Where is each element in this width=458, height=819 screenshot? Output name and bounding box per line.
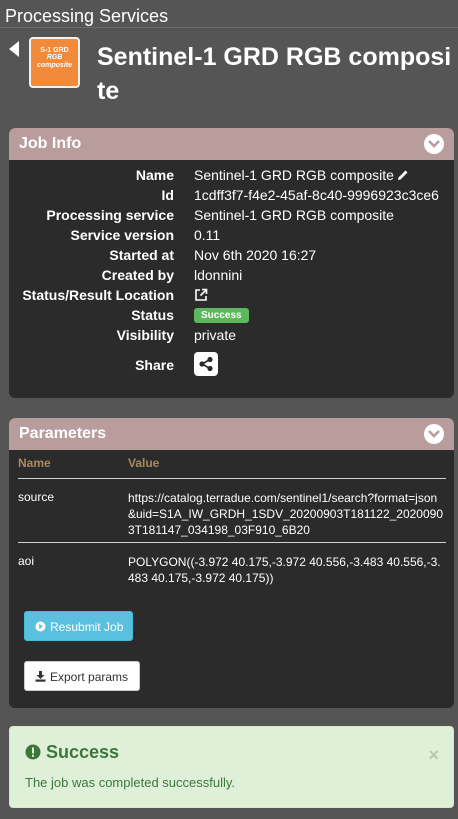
param-value: https://catalog.terradue.com/sentinel1/s… [128, 491, 444, 537]
table-divider [18, 478, 446, 479]
info-row-status: Status Success [9, 307, 454, 327]
info-row-name: Name Sentinel-1 GRD RGB composite [9, 167, 454, 187]
job-info-header[interactable]: Job Info [9, 128, 454, 160]
close-icon[interactable]: × [428, 745, 439, 766]
created-by-value: ldonnini [194, 267, 243, 283]
service-version-value: 0.11 [194, 227, 221, 243]
info-row-service-version: Service version 0.11 [70, 227, 221, 243]
visibility-value: private [194, 327, 237, 343]
info-row-id: Id 1cdff3f7-f4e2-45af-8c40-9996923c3ce6 [161, 187, 439, 203]
page-title: Sentinel-1 GRD RGB composite [97, 43, 452, 105]
column-header-name: Name [18, 456, 51, 470]
info-row-created-by: Created by ldonnini [101, 267, 243, 283]
job-name-value: Sentinel-1 GRD RGB composite [194, 167, 394, 183]
success-alert: Success The job was completed successful… [9, 726, 454, 808]
column-header-value: Value [128, 456, 160, 470]
parameters-panel: Parameters Name Value source https://cat… [9, 418, 454, 708]
param-value: POLYGON((-3.972 40.175,-3.972 40.556,-3.… [128, 555, 441, 585]
chevron-down-icon[interactable] [424, 134, 444, 154]
alert-title: Success [46, 742, 120, 762]
job-info-panel: Job Info Name Sentinel-1 GRD RGB composi… [9, 128, 454, 398]
info-row-started-at: Started at Nov 6th 2020 16:27 [109, 247, 317, 263]
param-name: aoi [18, 554, 35, 568]
back-arrow-icon[interactable] [9, 41, 19, 57]
external-link-icon[interactable] [194, 288, 208, 305]
table-divider [18, 542, 446, 543]
info-row-share: Share [9, 352, 454, 377]
info-row-processing-service: Processing service Sentinel-1 GRD RGB co… [46, 207, 394, 223]
share-icon[interactable] [194, 352, 218, 376]
job-id-value: 1cdff3f7-f4e2-45af-8c40-9996923c3ce6 [194, 187, 439, 203]
param-name: source [18, 490, 55, 504]
alert-message: The job was completed successfully. [25, 775, 236, 790]
export-params-button[interactable]: Export params [24, 661, 140, 691]
processing-service-value: Sentinel-1 GRD RGB composite [194, 207, 394, 223]
status-badge: Success [194, 308, 249, 323]
exclamation-circle-icon [25, 744, 41, 765]
resubmit-job-button[interactable]: Resubmit Job [24, 611, 133, 641]
app-title: Processing Services [5, 6, 169, 26]
parameters-title: Parameters [19, 425, 107, 442]
service-logo: S-1 GRD RGB composite [29, 37, 80, 88]
job-info-title: Job Info [19, 135, 82, 152]
started-at-value: Nov 6th 2020 16:27 [194, 247, 317, 263]
chevron-down-icon[interactable] [424, 424, 444, 444]
download-icon [35, 671, 46, 685]
info-row-visibility: Visibility private [116, 327, 237, 343]
pencil-icon[interactable] [397, 168, 409, 184]
play-circle-icon [35, 621, 46, 635]
top-bar: Processing Services [0, 0, 458, 28]
info-row-result-location: Status/Result Location [9, 287, 454, 307]
parameters-header[interactable]: Parameters [9, 418, 454, 450]
